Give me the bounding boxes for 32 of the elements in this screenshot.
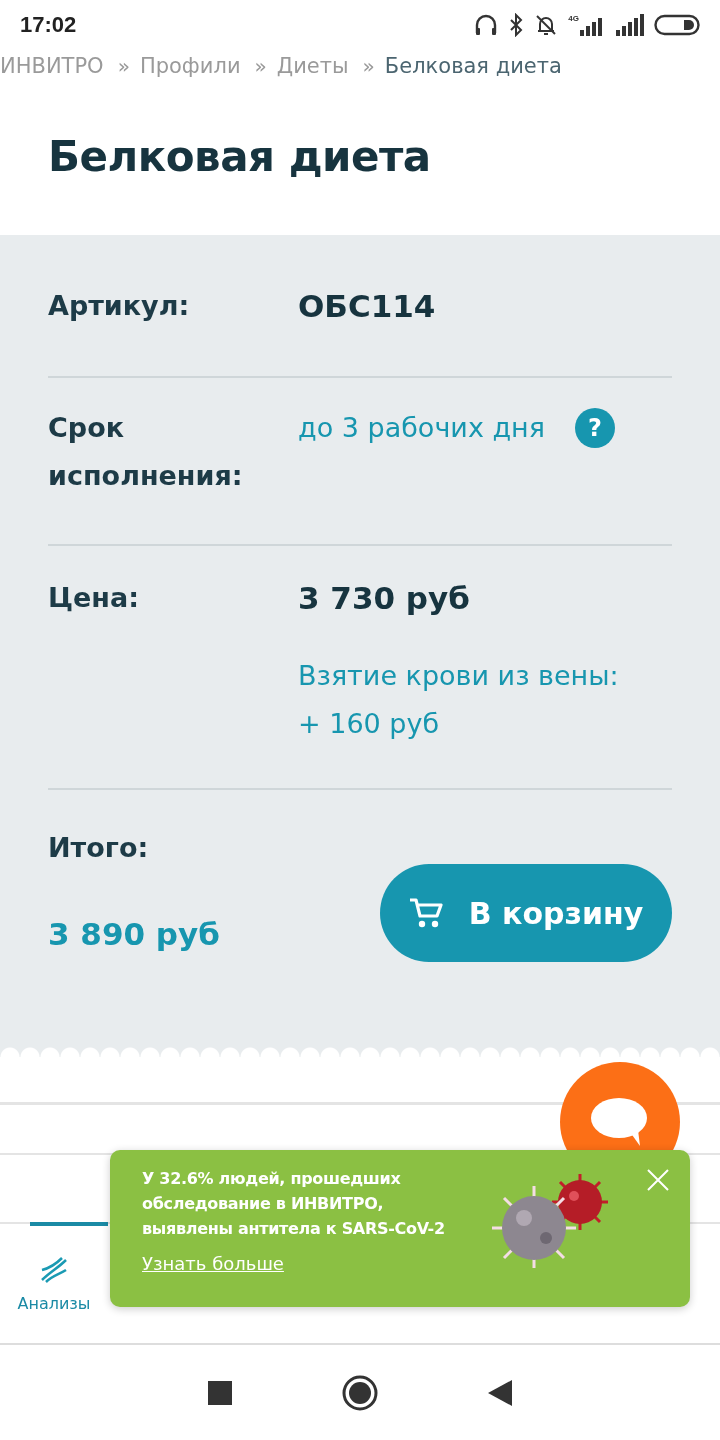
separator-mark: » (117, 54, 130, 78)
breadcrumb-link[interactable]: Профили (139, 54, 241, 78)
back-icon[interactable] (488, 1379, 512, 1406)
article-code: ОБС114 (298, 288, 436, 324)
separator-mark: » (254, 54, 267, 78)
speech-bubble-icon (590, 1096, 650, 1148)
add-to-cart-button[interactable]: В корзину (380, 864, 672, 962)
cart-icon (408, 897, 443, 929)
blood-draw-note: Взятие крови из вены: + 160 руб (298, 659, 620, 741)
total-label: Итого: (48, 831, 150, 865)
home-icon[interactable] (342, 1374, 378, 1411)
field-label: Цена: (48, 581, 141, 615)
bluetooth-icon (508, 13, 525, 37)
current-page-crumb: Белковая диета (384, 54, 562, 78)
total-price: 3 890 руб (48, 916, 220, 952)
breadcrumb-link[interactable]: Диеты (276, 54, 349, 78)
nav-tab[interactable]: Анализы (0, 1224, 108, 1343)
field-label: Срок исполнения: (48, 411, 244, 493)
help-button[interactable]: ? (575, 408, 615, 448)
learn-more-link[interactable]: Узнать больше (142, 1253, 284, 1274)
page-title: Белковая диета (48, 132, 432, 181)
battery-icon (654, 14, 700, 36)
breadcrumb-link[interactable]: ИНВИТРО (0, 54, 104, 78)
field-label: Артикул: (48, 289, 191, 323)
price-value: 3 730 руб (298, 579, 471, 618)
recents-icon[interactable] (208, 1380, 232, 1405)
signal-icon (616, 14, 644, 36)
separator-mark: » (362, 54, 375, 78)
promo-text: У 32.6% людей, прошедших обследование в ИНВИТРО, выявлены антитела к SARS-CoV-2 (142, 1168, 446, 1240)
duration-value: до 3 рабочих дня (298, 411, 545, 445)
clock-time: 17:02 (20, 12, 77, 38)
headphones-icon (474, 13, 499, 37)
